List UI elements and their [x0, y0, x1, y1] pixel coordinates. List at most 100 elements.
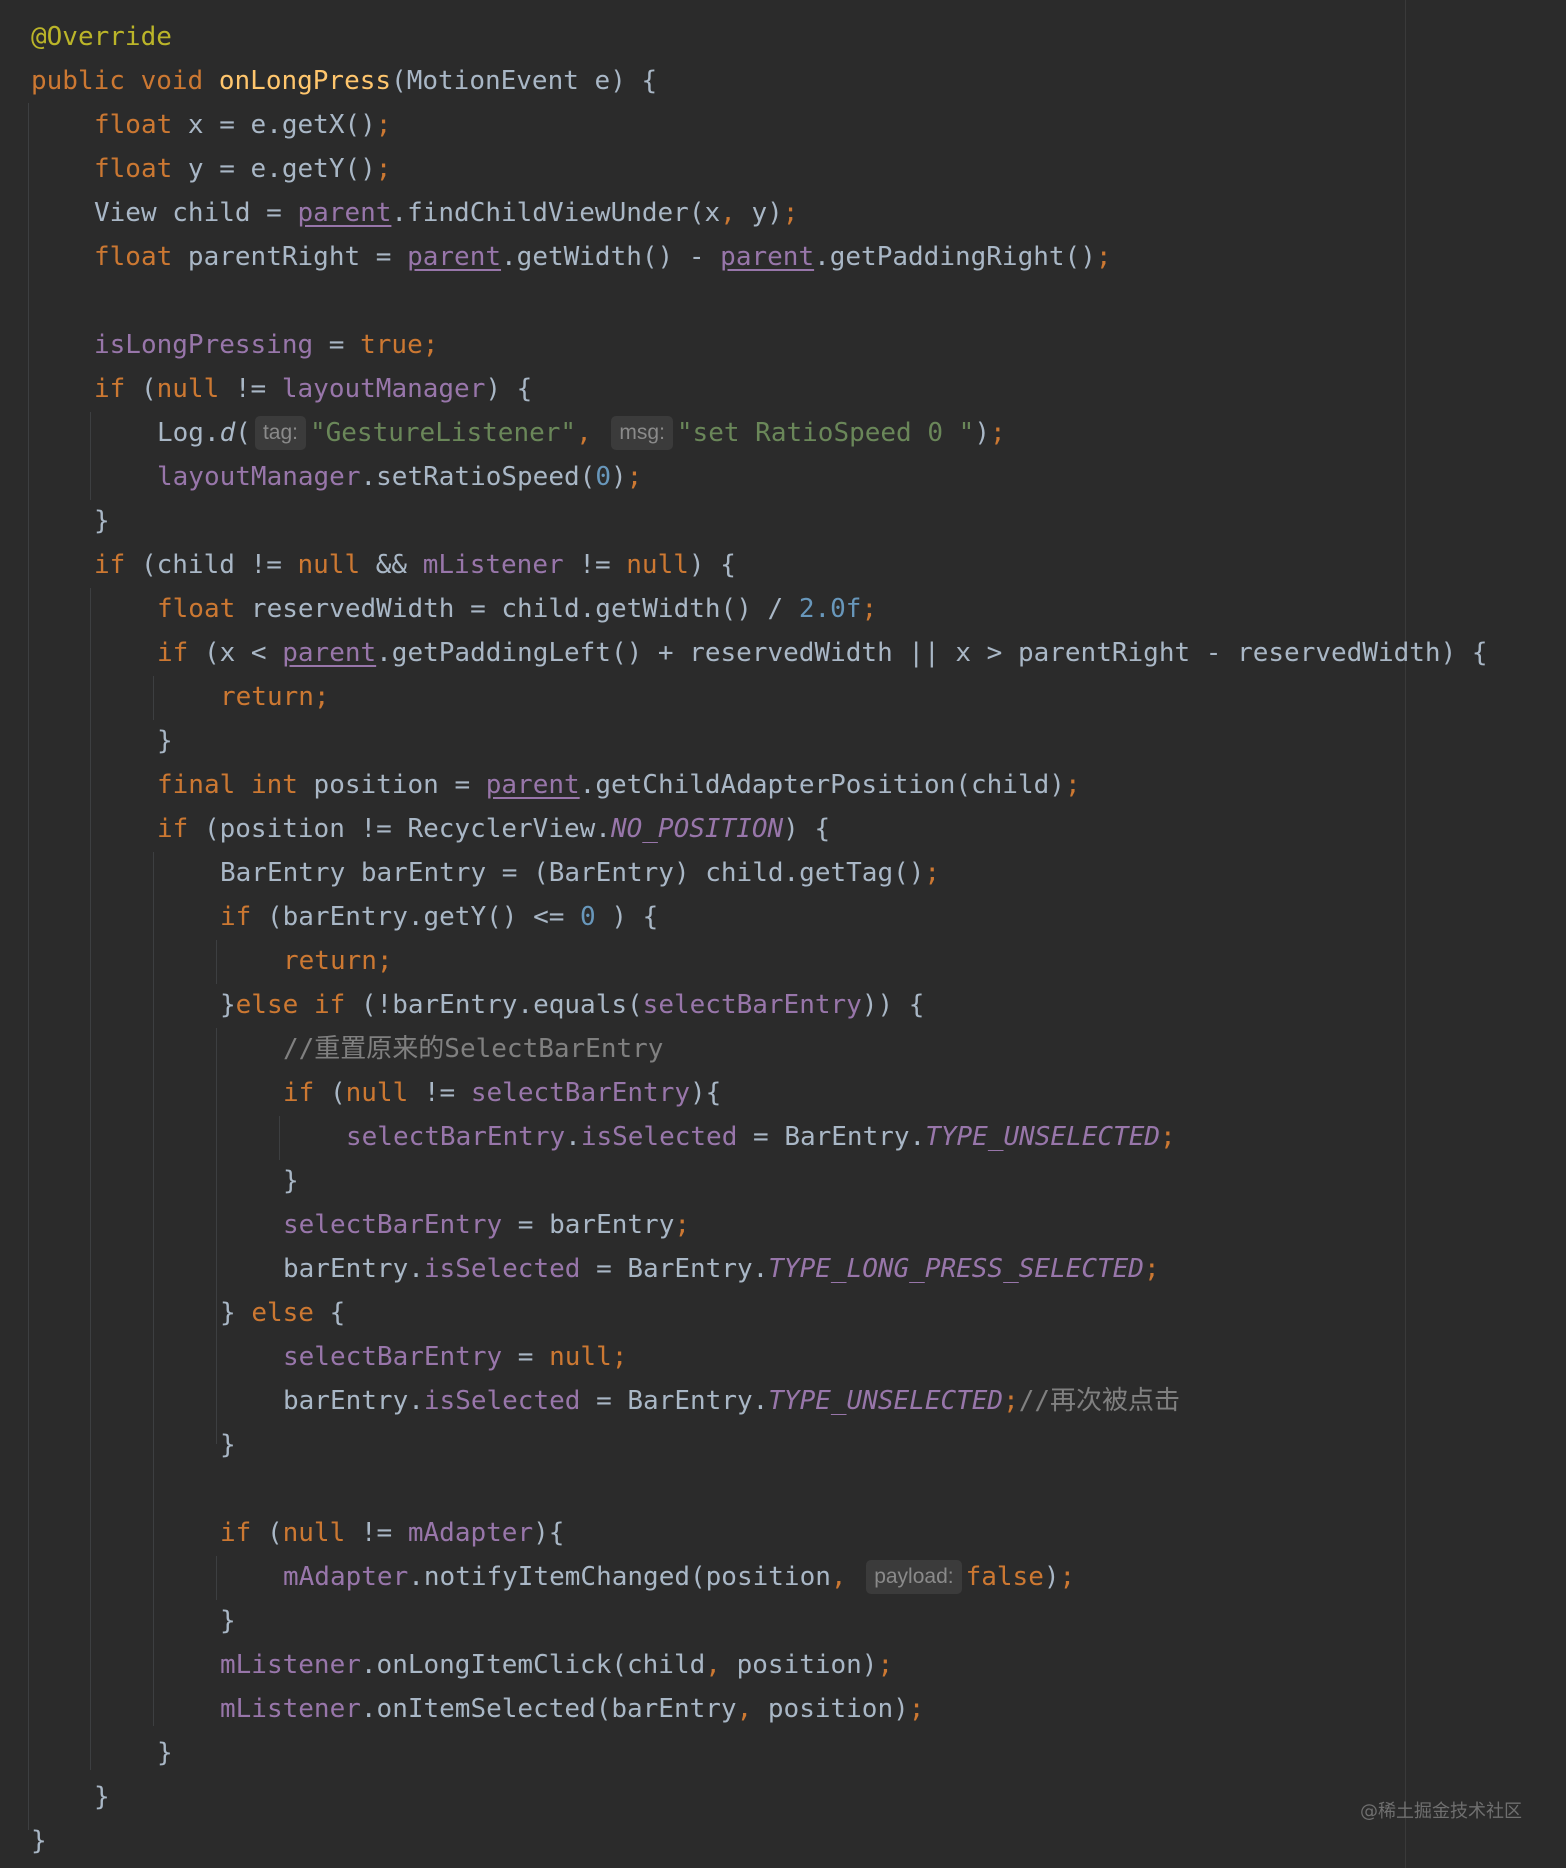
semicolon: ; [1143, 1254, 1160, 1284]
code-line[interactable]: } [157, 719, 173, 763]
code-line[interactable]: if (barEntry.getY() <= 0 ) { [220, 895, 658, 939]
string-literal: "GestureListener" [309, 418, 577, 448]
code-text: ) { [688, 550, 736, 580]
code-text: parentRight = [172, 242, 408, 272]
static-constant: TYPE_UNSELECTED [925, 1122, 1161, 1152]
code-text: = BarEntry. [580, 1254, 769, 1284]
closing-brace: } [220, 990, 236, 1020]
code-line[interactable]: isLongPressing = true; [94, 323, 438, 367]
closing-brace: } [94, 1782, 110, 1812]
code-line[interactable]: layoutManager.setRatioSpeed(0); [157, 455, 642, 499]
code-line[interactable]: //重置原来的SelectBarEntry [283, 1027, 663, 1071]
code-text: (barEntry.getY() <= [251, 902, 581, 932]
code-text: ) { [783, 814, 831, 844]
code-text: .notifyItemChanged(position [408, 1562, 831, 1592]
keyword: null [549, 1342, 612, 1372]
code-line[interactable]: if (position != RecyclerView.NO_POSITION… [157, 807, 830, 851]
keyword: float [94, 242, 173, 272]
code-line[interactable]: View child = parent.findChildViewUnder(x… [94, 191, 798, 235]
code-line[interactable]: } [283, 1159, 299, 1203]
semicolon: ; [611, 1342, 628, 1372]
code-text: position) [720, 1650, 878, 1680]
semicolon: ; [1003, 1386, 1019, 1416]
field: mListener [220, 1650, 361, 1680]
code-text: .getChildAdapterPosition(child) [579, 770, 1065, 800]
field-reference[interactable]: parent [720, 242, 814, 272]
comma: , [576, 418, 592, 448]
field: mAdapter [283, 1562, 409, 1592]
code-text: barEntry. [283, 1386, 424, 1416]
field: selectBarEntry [642, 990, 862, 1020]
closing-brace: } [94, 506, 110, 536]
semicolon: ; [376, 946, 393, 976]
code-line[interactable]: return; [220, 675, 330, 719]
semicolon: ; [877, 1650, 894, 1680]
keyword: if [313, 990, 346, 1020]
code-text: = [502, 1342, 550, 1372]
code-line[interactable]: if (null != layoutManager) { [94, 367, 532, 411]
indent-guide [28, 103, 29, 1830]
code-editor[interactable]: @Override public void onLongPress(Motion… [0, 0, 1566, 1868]
code-line[interactable]: } [220, 1423, 236, 1467]
code-line[interactable]: float parentRight = parent.getWidth() - … [94, 235, 1112, 279]
code-line[interactable]: float x = e.getX(); [94, 103, 391, 147]
field: selectBarEntry [346, 1122, 566, 1152]
field-reference[interactable]: parent [298, 198, 392, 228]
code-line[interactable]: final int position = parent.getChildAdap… [157, 763, 1081, 807]
parameter-hint: tag: [254, 416, 306, 450]
code-line[interactable]: @Override [31, 15, 172, 59]
indent-guide [216, 1556, 217, 1600]
keyword: if [283, 1078, 315, 1108]
code-line[interactable]: } [157, 1731, 173, 1775]
code-line[interactable]: }else if (!barEntry.equals(selectBarEntr… [220, 983, 924, 1027]
keyword: if [94, 374, 126, 404]
indent-guide [216, 1028, 217, 1444]
code-line[interactable]: } [31, 1819, 47, 1863]
field: layoutManager [281, 374, 486, 404]
code-line[interactable]: } [94, 499, 110, 543]
code-line[interactable]: BarEntry barEntry = (BarEntry) child.get… [220, 851, 940, 895]
semicolon: ; [1059, 1562, 1076, 1592]
field-reference[interactable]: parent [407, 242, 501, 272]
code-line[interactable]: selectBarEntry.isSelected = BarEntry.TYP… [346, 1115, 1176, 1159]
code-line[interactable]: if (null != selectBarEntry){ [283, 1071, 721, 1115]
code-line[interactable]: mAdapter.notifyItemChanged(position, pay… [283, 1555, 1075, 1599]
code-line[interactable]: if (null != mAdapter){ [220, 1511, 564, 1555]
code-line[interactable]: mListener.onLongItemClick(child, positio… [220, 1643, 893, 1687]
code-line[interactable]: Log.d(tag: "GestureListener", msg: "set Ra… [157, 411, 1006, 455]
comment: //再次被点击 [1018, 1386, 1181, 1416]
closing-brace: } [157, 726, 173, 756]
code-line[interactable]: } else { [220, 1291, 345, 1335]
code-line[interactable]: public void onLongPress(MotionEvent e) { [31, 59, 657, 103]
code-text: != [219, 374, 282, 404]
field-reference[interactable]: parent [486, 770, 580, 800]
code-line[interactable]: selectBarEntry = null; [283, 1335, 627, 1379]
semicolon: ; [1160, 1122, 1176, 1152]
code-line[interactable]: barEntry.isSelected = BarEntry.TYPE_LONG… [283, 1247, 1160, 1291]
indent-guide [90, 412, 91, 500]
code-line[interactable]: barEntry.isSelected = BarEntry.TYPE_UNSE… [283, 1379, 1180, 1423]
code-line[interactable]: } [220, 1599, 236, 1643]
closing-brace: } [220, 1298, 252, 1328]
code-line[interactable]: mListener.onItemSelected(barEntry, posit… [220, 1687, 924, 1731]
code-line[interactable]: } [94, 1775, 110, 1819]
field-reference[interactable]: parent [282, 638, 376, 668]
code-text: ) { [595, 902, 659, 932]
code-text: y = e.getY() [172, 154, 376, 184]
code-line[interactable]: if (x < parent.getPaddingLeft() + reserv… [157, 631, 1488, 675]
code-text: y) [735, 198, 783, 228]
annotation: @Override [31, 22, 172, 52]
semicolon: ; [626, 462, 643, 492]
code-line[interactable]: selectBarEntry = barEntry; [283, 1203, 690, 1247]
semicolon: ; [782, 198, 799, 228]
right-margin-guide [1405, 0, 1406, 1868]
code-line[interactable]: float reservedWidth = child.getWidth() /… [157, 587, 877, 631]
code-text: ){ [690, 1078, 722, 1108]
keyword: float [94, 110, 173, 140]
field: mListener [220, 1694, 361, 1724]
code-line[interactable]: return; [283, 939, 393, 983]
code-line[interactable]: float y = e.getY(); [94, 147, 391, 191]
semicolon: ; [313, 682, 330, 712]
field: mAdapter [407, 1518, 534, 1548]
code-line[interactable]: if (child != null && mListener != null) … [94, 543, 736, 587]
